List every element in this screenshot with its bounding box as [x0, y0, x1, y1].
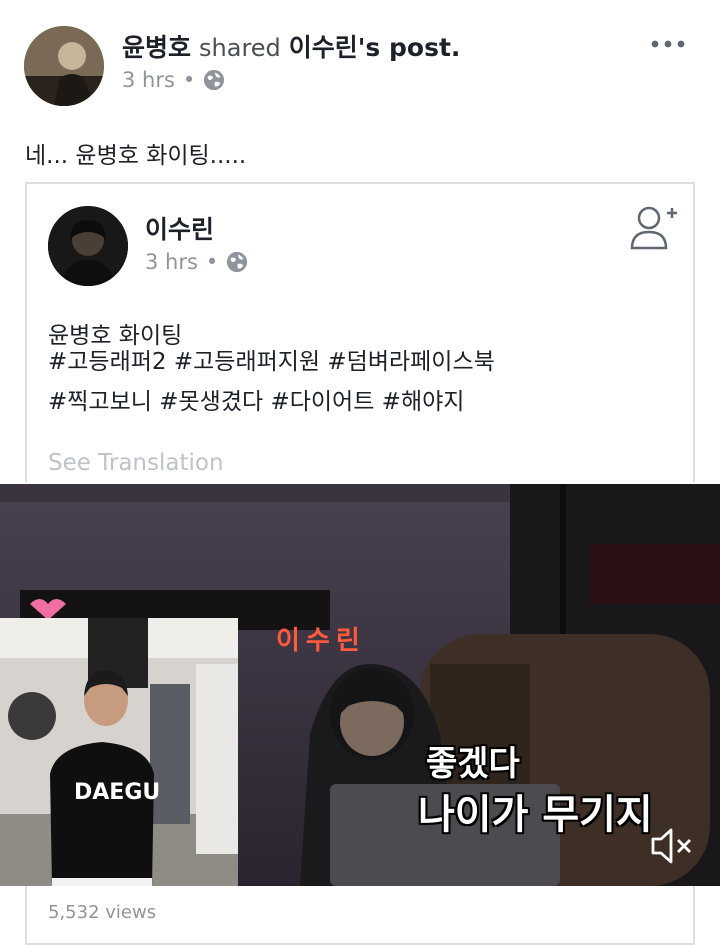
speaker-muted-icon — [651, 828, 691, 864]
post-time[interactable]: 3 hrs — [122, 68, 175, 92]
shared-post-meta: 3 hrs • — [145, 250, 248, 274]
view-count: 5,532 views — [48, 902, 157, 923]
shirt-text: DAEGU — [74, 780, 161, 805]
sharer-avatar-photo — [24, 26, 104, 106]
post-message: 네... 윤병호 화이팅..... — [25, 143, 247, 169]
mute-button[interactable] — [650, 826, 694, 870]
more-horizontal-icon — [651, 40, 685, 48]
sharer-avatar[interactable] — [24, 26, 104, 106]
caption-line-2: 나이가 무기지 — [418, 792, 653, 838]
video-player[interactable]: 이수린 DAEGU 좋겠다 나이가 무기지 — [0, 484, 720, 886]
original-post-link[interactable]: 이수린's post. — [289, 28, 461, 64]
sign-text: 이수린 — [276, 626, 366, 656]
add-friend-button[interactable] — [629, 204, 679, 256]
author-avatar[interactable] — [48, 206, 128, 286]
caption-line-1: 좋겠다 — [426, 744, 520, 784]
sharer-name[interactable]: 윤병호 — [122, 28, 191, 64]
post-meta: 3 hrs • — [122, 68, 225, 92]
globe-icon[interactable] — [203, 69, 225, 91]
shared-label: shared — [199, 34, 281, 62]
shared-post-time[interactable]: 3 hrs — [145, 250, 198, 274]
meta-dot: • — [205, 250, 219, 274]
hashtags-line-1[interactable]: #고등래퍼2 #고등래퍼지원 #덤벼라페이스북 — [48, 342, 495, 382]
more-options-button[interactable] — [648, 36, 688, 52]
hashtags-line-2[interactable]: #찍고보니 #못생겼다 #다이어트 #해야지 — [48, 382, 464, 422]
see-translation-link[interactable]: See Translation — [48, 450, 224, 476]
author-avatar-photo — [48, 206, 128, 286]
shared-post-card[interactable]: 이수린 3 hrs • 윤병호 화이팅 #고등래퍼2 #고등래퍼지원 #덤벼라페… — [25, 182, 695, 482]
author-name[interactable]: 이수린 — [145, 210, 214, 246]
meta-dot: • — [182, 68, 196, 92]
video-footer: 5,532 views — [25, 886, 695, 945]
globe-icon[interactable] — [226, 251, 248, 273]
add-friend-icon — [630, 206, 677, 250]
